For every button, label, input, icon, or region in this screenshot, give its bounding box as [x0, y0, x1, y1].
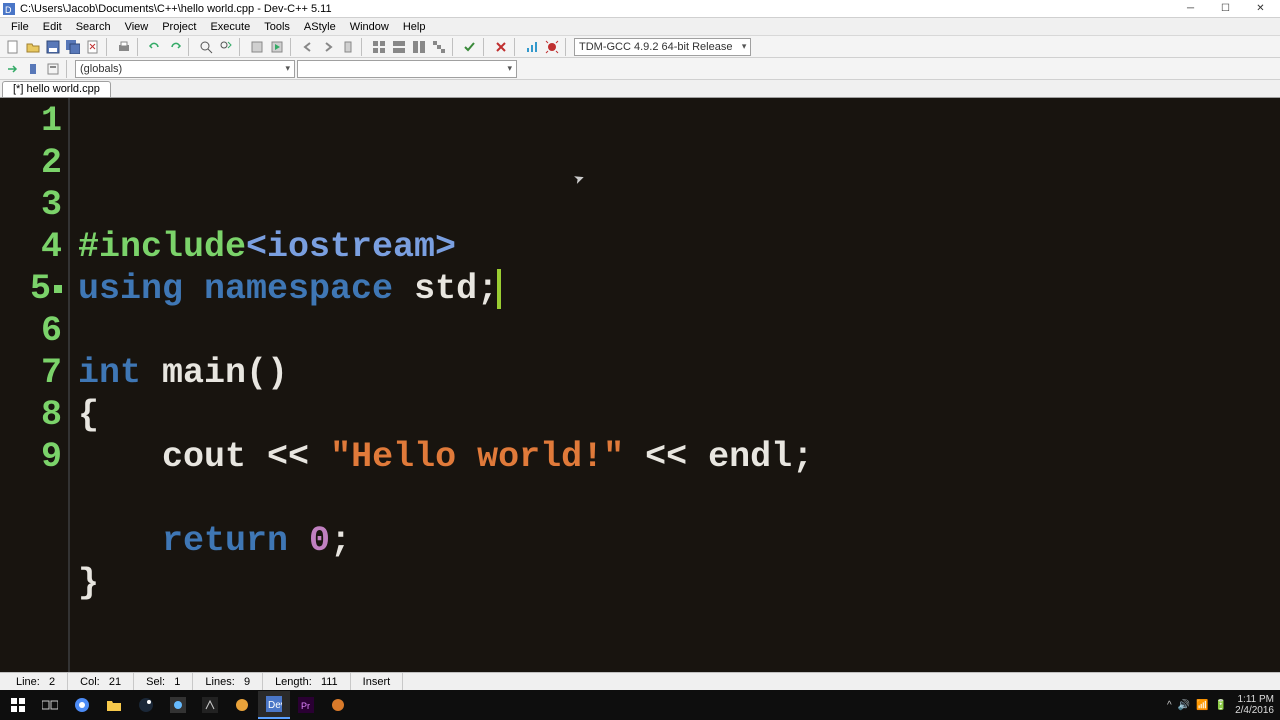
- debug-button[interactable]: [543, 38, 561, 56]
- start-button[interactable]: [2, 691, 34, 719]
- close-file-button[interactable]: [84, 38, 102, 56]
- print-button[interactable]: [115, 38, 133, 56]
- tabstrip: [*] hello world.cpp: [0, 80, 1280, 98]
- stop-button[interactable]: [492, 38, 510, 56]
- member-select[interactable]: [297, 60, 517, 78]
- menu-execute[interactable]: Execute: [203, 19, 257, 35]
- app4-icon[interactable]: [322, 691, 354, 719]
- tray-battery-icon[interactable]: 🔋: [1215, 700, 1227, 711]
- tray-network-icon[interactable]: 📶: [1196, 700, 1208, 711]
- status-sel: Sel: 1: [134, 673, 193, 690]
- file-tab[interactable]: [*] hello world.cpp: [2, 81, 111, 97]
- undo-button[interactable]: [146, 38, 164, 56]
- bookmark-button[interactable]: [339, 38, 357, 56]
- check-button[interactable]: [461, 38, 479, 56]
- status-line: Line: 2: [4, 673, 68, 690]
- close-button[interactable]: ✕: [1243, 0, 1278, 18]
- steam-icon[interactable]: [130, 691, 162, 719]
- forward-button[interactable]: [319, 38, 337, 56]
- maximize-button[interactable]: ☐: [1208, 0, 1243, 18]
- editor[interactable]: 123456789 ➤ #include<iostream>using name…: [0, 98, 1280, 672]
- redo-button[interactable]: [166, 38, 184, 56]
- toolbar-separator: [565, 38, 570, 56]
- status-mode: Insert: [351, 673, 404, 690]
- devcpp-taskbar-icon[interactable]: Dev: [258, 691, 290, 719]
- menubar: File Edit Search View Project Execute To…: [0, 18, 1280, 36]
- save-all-button[interactable]: [64, 38, 82, 56]
- toolbar-separator: [452, 38, 457, 56]
- system-tray[interactable]: ^ 🔊 📶 🔋: [1159, 700, 1235, 711]
- scope-select[interactable]: (globals): [75, 60, 295, 78]
- app3-icon[interactable]: [226, 691, 258, 719]
- taskbar-clock[interactable]: 1:11 PM 2/4/2016: [1235, 694, 1278, 716]
- toolbar-separator: [290, 38, 295, 56]
- explorer-icon[interactable]: [98, 691, 130, 719]
- toolbar-separator: [66, 60, 71, 78]
- toolbar-classes: (globals): [0, 58, 1280, 80]
- profile-button[interactable]: [523, 38, 541, 56]
- compile-button[interactable]: [248, 38, 266, 56]
- app1-icon[interactable]: [162, 691, 194, 719]
- toolbar-separator: [514, 38, 519, 56]
- code-area[interactable]: ➤ #include<iostream>using namespace std;…: [70, 98, 1280, 672]
- class-browser-button[interactable]: [44, 60, 62, 78]
- status-col: Col: 21: [68, 673, 134, 690]
- tray-volume-icon[interactable]: 🔊: [1178, 700, 1190, 711]
- menu-edit[interactable]: Edit: [36, 19, 69, 35]
- find-button[interactable]: [197, 38, 215, 56]
- premiere-icon[interactable]: Pr: [290, 691, 322, 719]
- toolbar-separator: [483, 38, 488, 56]
- svg-text:Dev: Dev: [268, 700, 282, 711]
- goto-button[interactable]: [4, 60, 22, 78]
- window-controls: ─ ☐ ✕: [1173, 0, 1278, 18]
- titlebar: D C:\Users\Jacob\Documents\C++\hello wor…: [0, 0, 1280, 18]
- menu-tools[interactable]: Tools: [257, 19, 297, 35]
- new-file-button[interactable]: [4, 38, 22, 56]
- tray-chevron-icon[interactable]: ^: [1167, 700, 1172, 711]
- menu-astyle[interactable]: AStyle: [297, 19, 343, 35]
- grid2-icon[interactable]: [390, 38, 408, 56]
- grid1-icon[interactable]: [370, 38, 388, 56]
- status-length: Length: 111: [263, 673, 351, 690]
- toolbar-separator: [106, 38, 111, 56]
- toolbar-separator: [137, 38, 142, 56]
- menu-search[interactable]: Search: [69, 19, 118, 35]
- app-icon: D: [2, 2, 16, 16]
- app2-icon[interactable]: [194, 691, 226, 719]
- chrome-icon[interactable]: [66, 691, 98, 719]
- statusbar: Line: 2 Col: 21 Sel: 1 Lines: 9 Length: …: [0, 672, 1280, 690]
- svg-text:Pr: Pr: [301, 701, 310, 711]
- minimize-button[interactable]: ─: [1173, 0, 1208, 18]
- compiler-select[interactable]: TDM-GCC 4.9.2 64-bit Release: [574, 38, 751, 56]
- toolbar-separator: [361, 38, 366, 56]
- toolbar-separator: [188, 38, 193, 56]
- toolbar-main: TDM-GCC 4.9.2 64-bit Release: [0, 36, 1280, 58]
- toolbar-separator: [239, 38, 244, 56]
- menu-view[interactable]: View: [118, 19, 156, 35]
- taskbar: Dev Pr ^ 🔊 📶 🔋 1:11 PM 2/4/2016: [0, 690, 1280, 720]
- menu-project[interactable]: Project: [155, 19, 203, 35]
- run-button[interactable]: [268, 38, 286, 56]
- task-view-button[interactable]: [34, 691, 66, 719]
- cursor-icon: ➤: [568, 159, 593, 202]
- grid4-icon[interactable]: [430, 38, 448, 56]
- svg-text:D: D: [5, 5, 12, 15]
- bookmark2-button[interactable]: [24, 60, 42, 78]
- window-title: C:\Users\Jacob\Documents\C++\hello world…: [20, 3, 1173, 15]
- open-button[interactable]: [24, 38, 42, 56]
- menu-window[interactable]: Window: [343, 19, 396, 35]
- line-gutter: 123456789: [0, 98, 70, 672]
- save-button[interactable]: [44, 38, 62, 56]
- menu-file[interactable]: File: [4, 19, 36, 35]
- status-lines: Lines: 9: [193, 673, 263, 690]
- replace-button[interactable]: [217, 38, 235, 56]
- back-button[interactable]: [299, 38, 317, 56]
- menu-help[interactable]: Help: [396, 19, 433, 35]
- grid3-icon[interactable]: [410, 38, 428, 56]
